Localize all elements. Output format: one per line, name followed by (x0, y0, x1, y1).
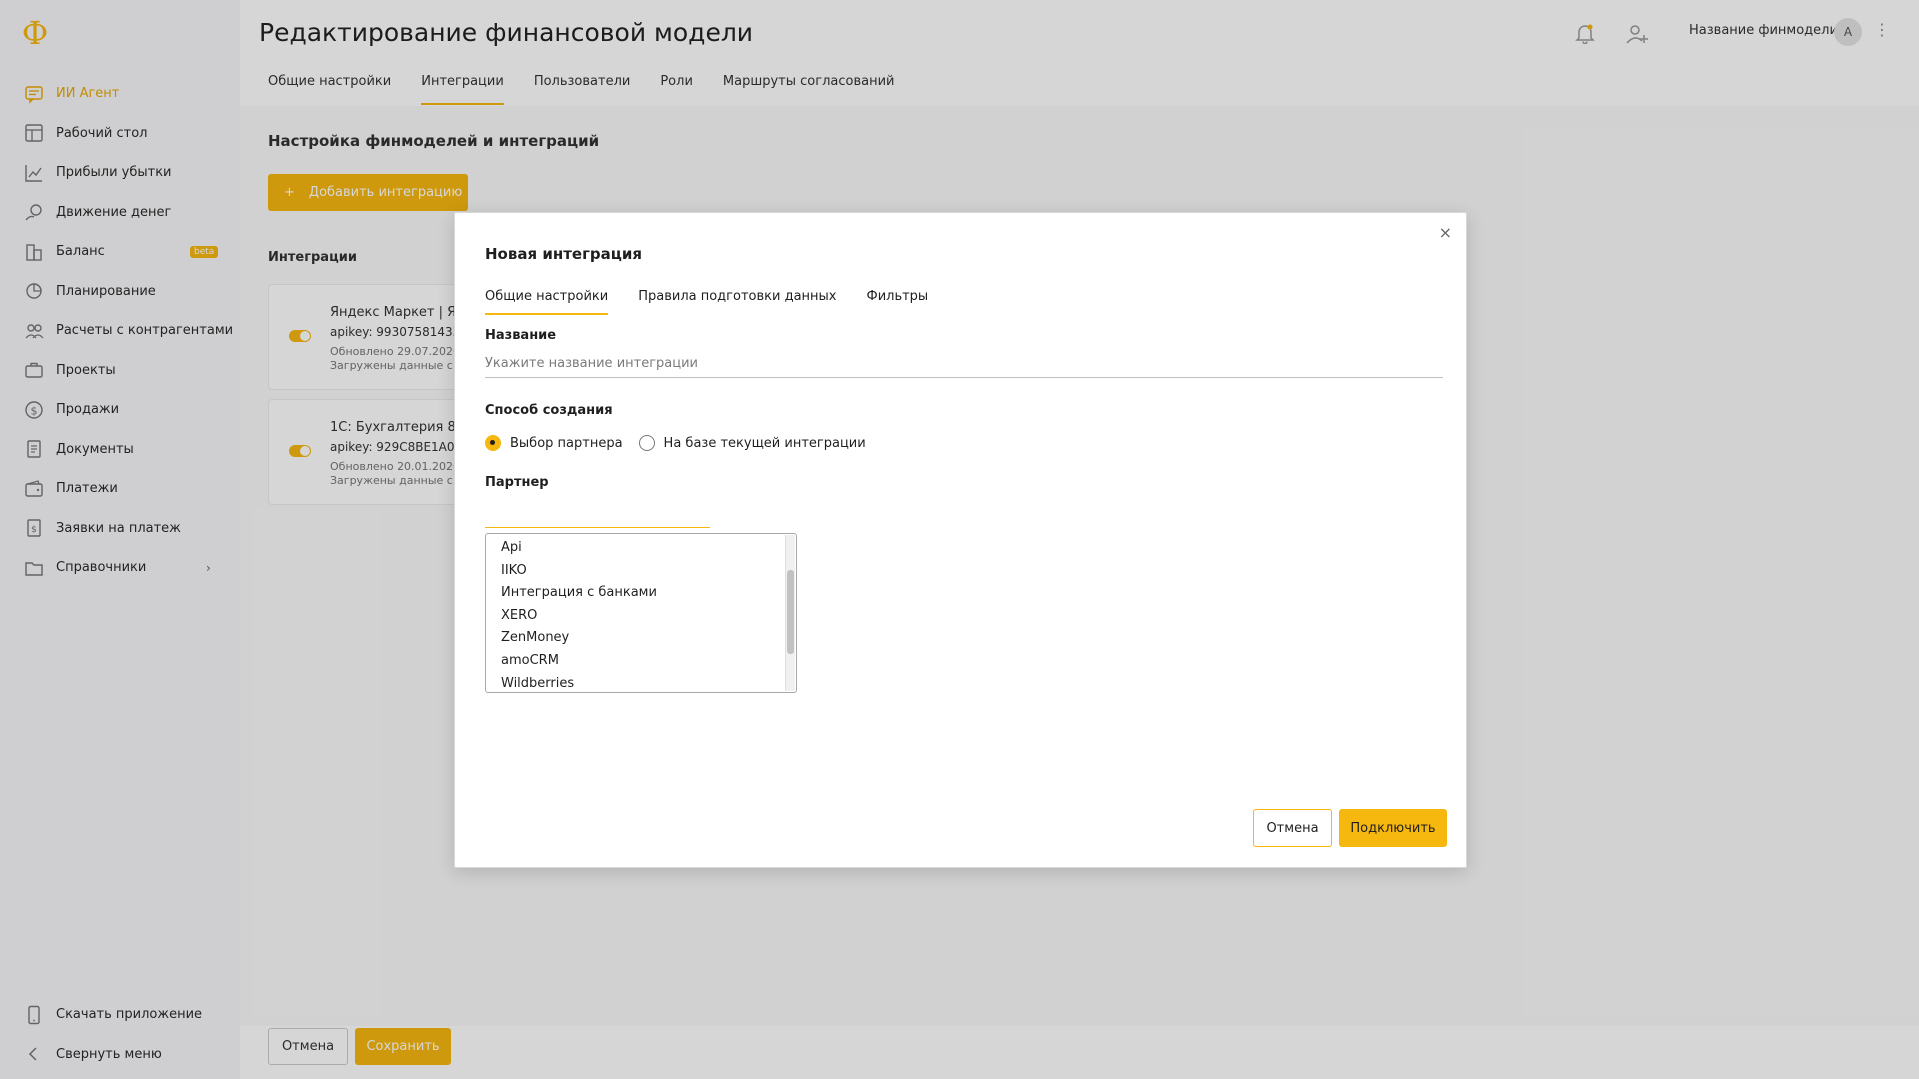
new-integration-modal: × Новая интеграция Общие настройки Прави… (454, 212, 1467, 868)
creation-method-label: Способ создания (485, 403, 613, 418)
partner-option-wildberries[interactable]: Wildberries (486, 673, 796, 692)
modal-tabs: Общие настройки Правила подготовки данны… (485, 289, 928, 315)
modal-title: Новая интеграция (485, 245, 643, 263)
partner-select[interactable] (485, 527, 710, 528)
modal-tab-general[interactable]: Общие настройки (485, 289, 609, 315)
radio-unchecked[interactable] (638, 435, 655, 451)
partner-option-api[interactable]: Api (486, 537, 796, 560)
radio-label: На базе текущей интеграции (663, 435, 866, 451)
partner-option-iiko[interactable]: IIKO (486, 560, 796, 583)
modal-cancel-button[interactable]: Отмена (1253, 809, 1332, 847)
partner-label: Партнер (485, 475, 549, 490)
radio-checked[interactable] (485, 435, 501, 451)
partner-option-xero[interactable]: XERO (486, 605, 796, 628)
integration-name-input[interactable] (485, 350, 1443, 378)
partner-option-banks[interactable]: Интеграция с банками (486, 582, 796, 605)
partner-option-zenmoney[interactable]: ZenMoney (486, 627, 796, 650)
partner-option-amocrm[interactable]: amoCRM (486, 650, 796, 673)
radio-partner-choice[interactable]: Выбор партнера (485, 435, 623, 451)
radio-label: Выбор партнера (510, 435, 623, 451)
close-icon[interactable]: × (1439, 223, 1452, 242)
radio-based-on-current[interactable]: На базе текущей интеграции (638, 435, 866, 451)
dropdown-scrollbar-thumb[interactable] (787, 570, 794, 654)
connect-button[interactable]: Подключить (1339, 809, 1447, 847)
partner-dropdown-list[interactable]: Api IIKO Интеграция с банками XERO ZenMo… (485, 533, 797, 693)
modal-tab-filters[interactable]: Фильтры (867, 289, 929, 315)
creation-method-radios: Выбор партнера На базе текущей интеграци… (485, 435, 882, 451)
name-label: Название (485, 328, 557, 343)
modal-tab-data-rules[interactable]: Правила подготовки данных (638, 289, 836, 315)
